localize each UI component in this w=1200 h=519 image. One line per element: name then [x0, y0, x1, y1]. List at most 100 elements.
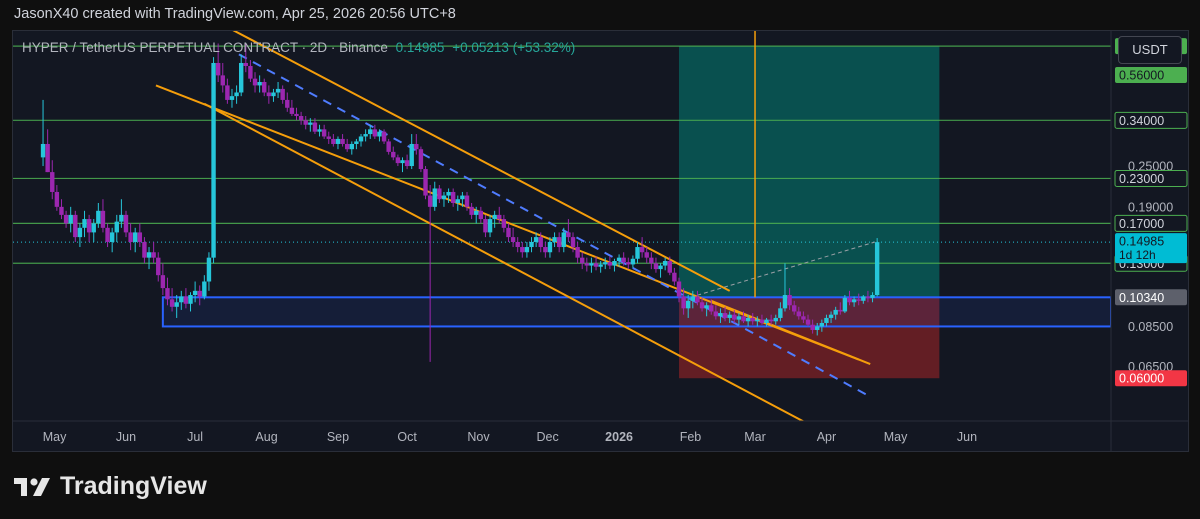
- candle: [280, 85, 285, 104]
- candle: [77, 223, 83, 248]
- candle-body: [238, 62, 244, 93]
- candle: [63, 210, 69, 228]
- candle-body: [68, 214, 73, 224]
- candle: [123, 210, 129, 238]
- candle-body: [856, 299, 861, 301]
- candle-body: [142, 241, 147, 258]
- candle: [321, 124, 327, 139]
- candle: [331, 134, 336, 147]
- candle-body: [109, 232, 115, 242]
- candle-body: [446, 191, 451, 196]
- candle: [54, 185, 60, 211]
- candle: [639, 237, 645, 258]
- candle: [211, 57, 216, 264]
- price-label: 0.34000: [1119, 114, 1164, 128]
- candle-body: [593, 263, 599, 267]
- candle-body: [667, 260, 672, 273]
- candle-body: [492, 214, 497, 220]
- candle-body: [750, 317, 755, 322]
- price-axis-tick: 0.19000: [1128, 200, 1173, 214]
- candle-body: [533, 237, 539, 242]
- candle-body: [285, 99, 290, 108]
- candle: [556, 232, 562, 253]
- candle-body: [137, 232, 143, 242]
- candle-body: [589, 263, 594, 266]
- candle: [156, 252, 161, 282]
- candle: [354, 138, 359, 150]
- candle-body: [303, 120, 308, 125]
- candle-body: [252, 78, 258, 86]
- candle-body: [681, 296, 686, 309]
- candle-body: [520, 247, 525, 253]
- candle-body: [188, 295, 193, 304]
- candle-body: [54, 191, 60, 207]
- candle: [105, 223, 110, 248]
- candle: [469, 202, 474, 220]
- time-axis-tick: Jun: [116, 430, 136, 444]
- candle: [294, 107, 299, 121]
- candle-body: [368, 129, 373, 135]
- candle: [358, 134, 364, 147]
- candle-body: [824, 317, 829, 323]
- price-label: 0.06000: [1119, 372, 1164, 386]
- candle: [50, 160, 55, 200]
- candle: [151, 241, 156, 264]
- price-chart[interactable]: May Jun Jul Aug Sep Oct Nov Dec 2026 Feb Mar Apr May…: [13, 31, 1188, 451]
- candle-body: [289, 107, 295, 114]
- candle-body: [229, 96, 235, 100]
- candle-body: [552, 237, 557, 242]
- candle: [437, 185, 442, 203]
- candle-body: [326, 136, 331, 139]
- candle-body: [133, 232, 138, 242]
- candle-body: [570, 237, 576, 248]
- candle-body: [437, 188, 442, 200]
- candle: [128, 223, 133, 251]
- candle: [626, 257, 631, 270]
- channel-line-upper: [232, 31, 731, 292]
- candle-body: [474, 210, 479, 215]
- candle: [225, 78, 230, 104]
- currency-button[interactable]: USDT: [1118, 36, 1182, 64]
- candle: [487, 214, 493, 238]
- time-axis-tick: Nov: [467, 430, 490, 444]
- time-axis-tick: Oct: [397, 430, 417, 444]
- chart-pane[interactable]: May Jun Jul Aug Sep Oct Nov Dec 2026 Feb Mar Apr May…: [12, 30, 1189, 452]
- candle: [543, 241, 548, 258]
- candle: [59, 199, 64, 220]
- candle-body: [414, 143, 419, 150]
- candle: [220, 62, 225, 93]
- candle: [391, 146, 396, 161]
- candle-body: [658, 265, 663, 270]
- candle: [607, 256, 613, 270]
- candle-body: [100, 210, 106, 228]
- candle-body: [50, 172, 55, 192]
- candle: [395, 154, 401, 167]
- candle: [289, 99, 295, 117]
- candle-body: [865, 296, 871, 298]
- candle: [492, 210, 497, 228]
- candle-body: [381, 131, 387, 142]
- candle-body: [603, 262, 608, 265]
- candle-body: [662, 260, 668, 266]
- candle: [266, 85, 272, 104]
- candle-body: [796, 311, 802, 317]
- candle-body: [732, 314, 737, 320]
- candle-body: [266, 92, 272, 97]
- candle: [344, 138, 350, 152]
- candle: [450, 188, 456, 207]
- candle-body: [736, 316, 742, 320]
- candle-body: [73, 214, 78, 238]
- candle: [96, 202, 101, 228]
- candle: [114, 214, 119, 242]
- candle: [335, 136, 341, 150]
- candle-body: [248, 65, 253, 79]
- candle: [524, 241, 530, 258]
- candle-body: [395, 157, 401, 164]
- candle-body: [653, 263, 659, 270]
- candle-body: [722, 313, 728, 318]
- candle: [100, 199, 106, 233]
- candle-body: [874, 242, 880, 296]
- time-axis-tick: May: [884, 430, 908, 444]
- candle: [86, 214, 92, 242]
- candle-body: [220, 75, 225, 86]
